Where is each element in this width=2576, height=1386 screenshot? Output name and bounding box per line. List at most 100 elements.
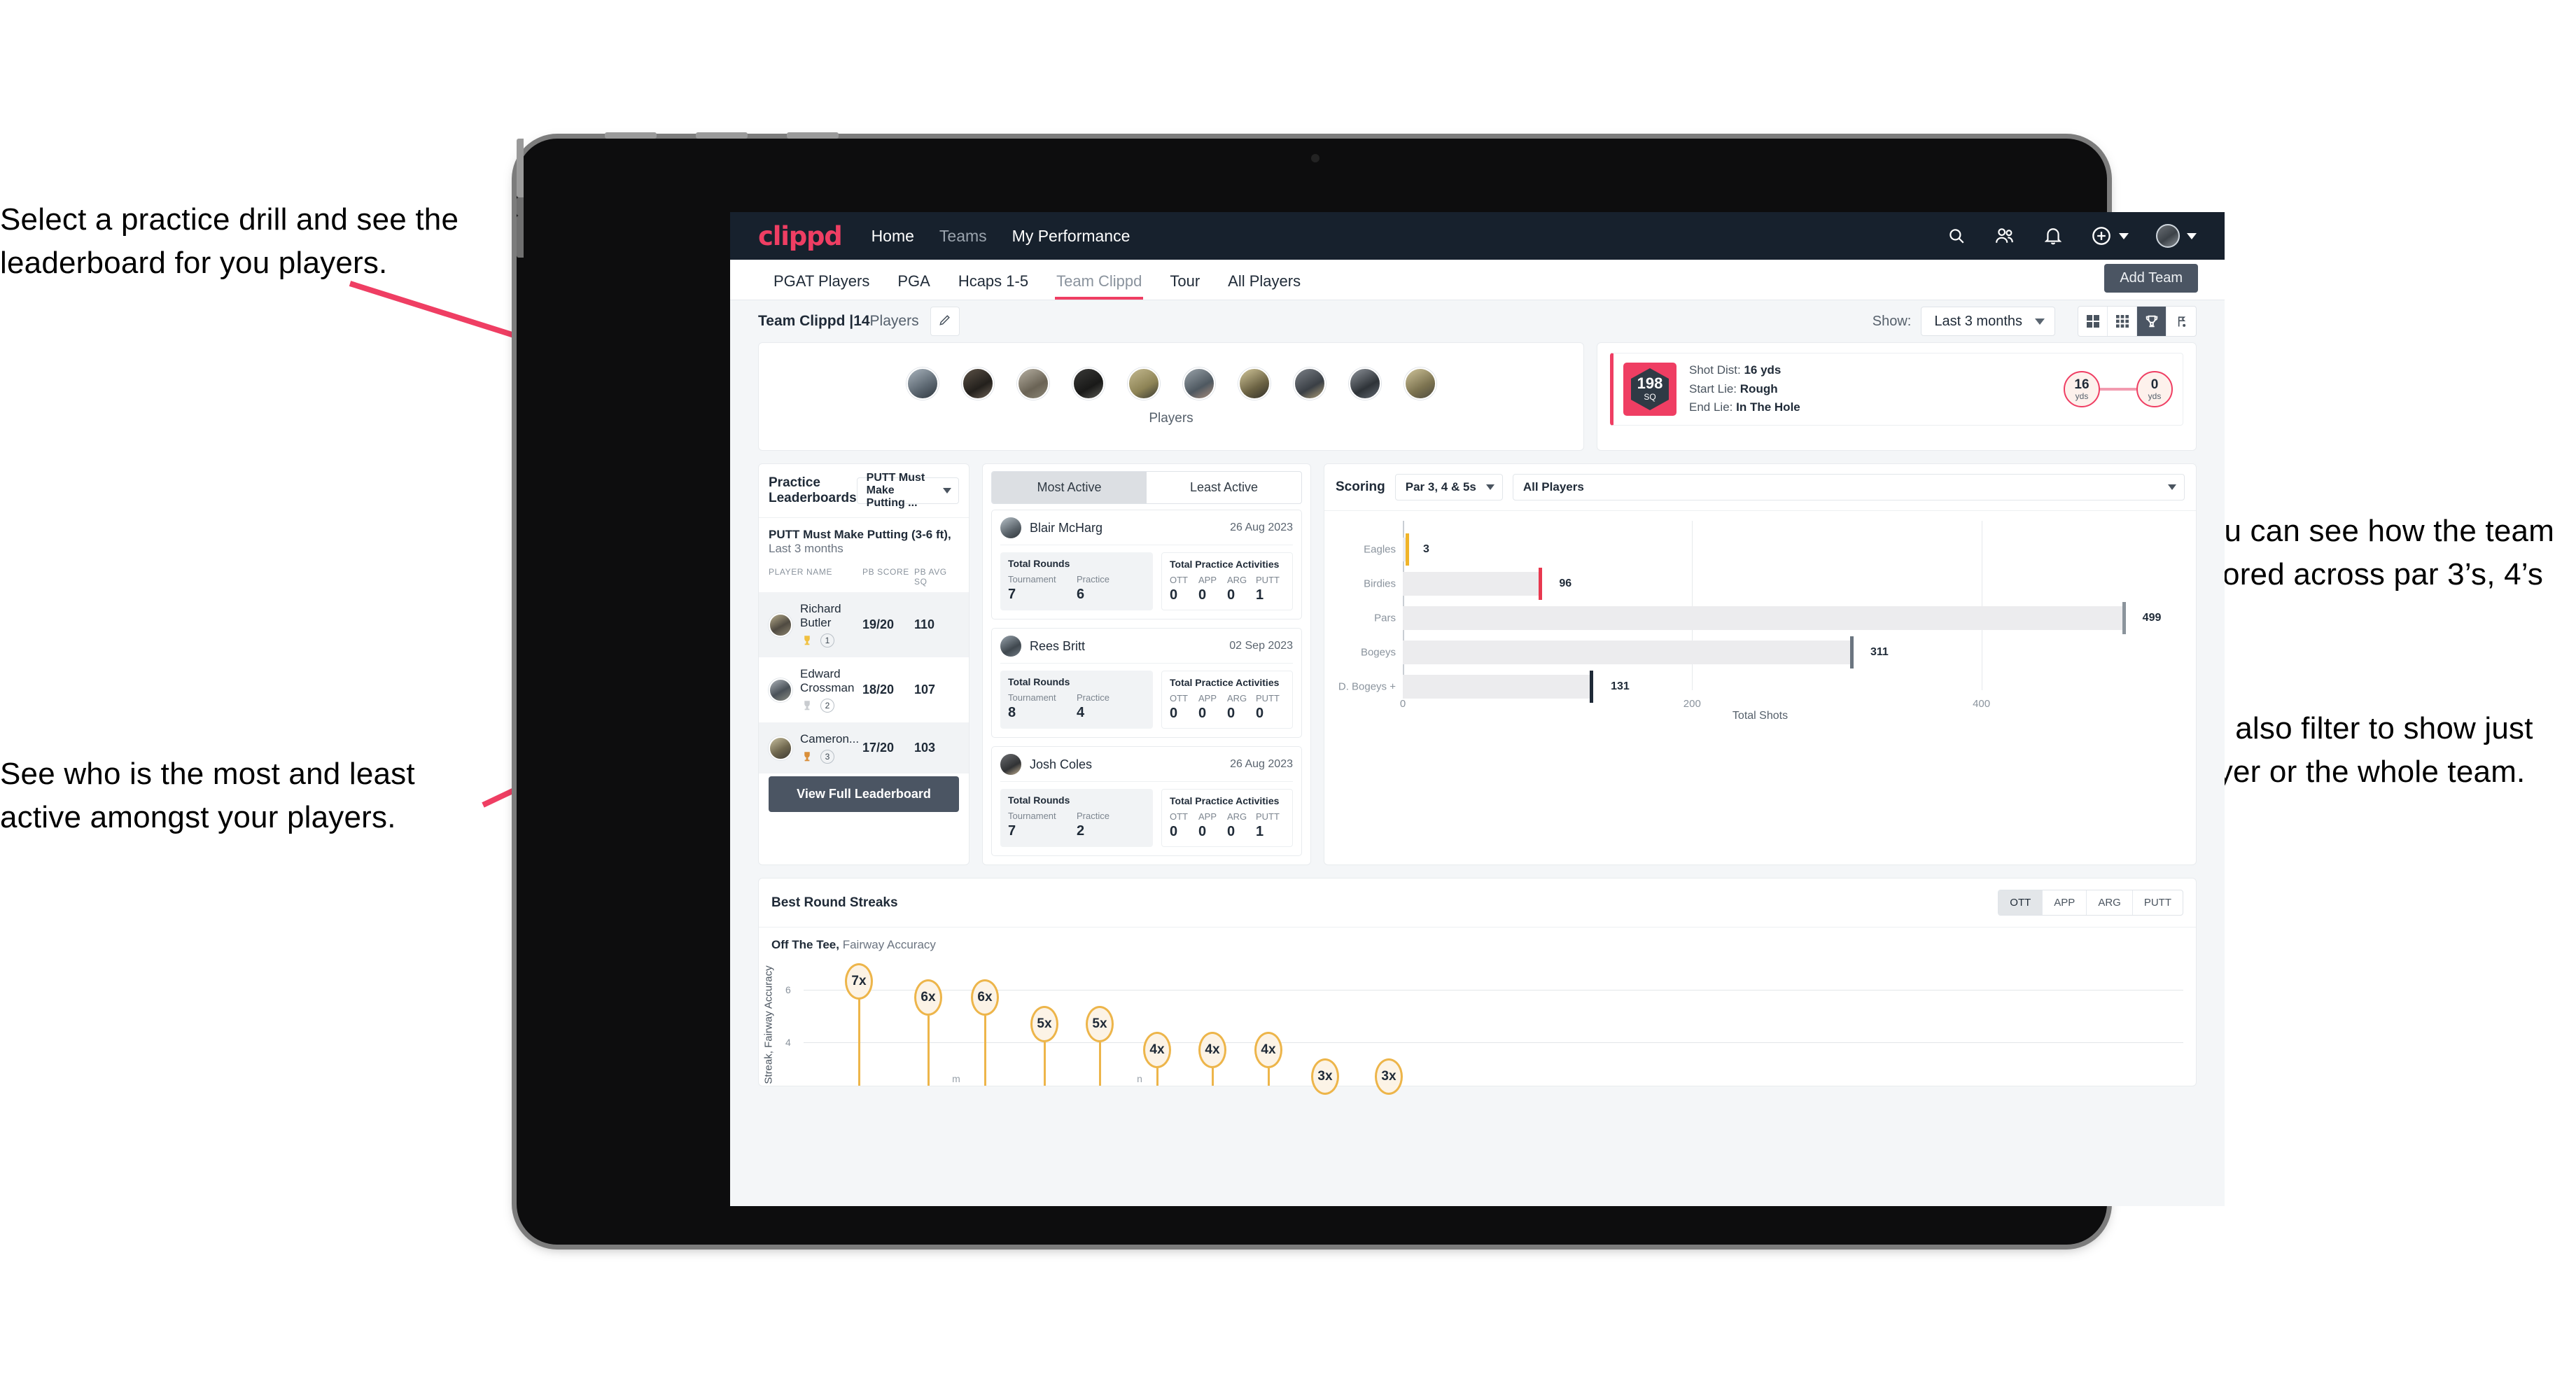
grid-small-icon-button[interactable] [2108,307,2137,336]
player-name: Cameron... [800,732,860,746]
total-rounds-values: Tournament 8 Practice 4 [1008,692,1145,721]
shot-end-dot: 0 yds [2136,371,2173,407]
search-icon[interactable] [1946,225,1967,246]
people-icon[interactable] [1994,225,2015,246]
tab-pga[interactable]: PGA [883,272,944,300]
tab-hcaps-1-5[interactable]: Hcaps 1-5 [944,272,1042,300]
table-row[interactable]: Richard Butler 1 19/20 110 [759,592,969,657]
rounds-practice-label: Practice [1077,811,1110,821]
player-filter-select[interactable]: All Players [1512,474,2185,500]
end-lie-value: In The Hole [1736,400,1800,414]
table-row[interactable]: Cameron... 3 17/20 103 [759,722,969,774]
segment-arg[interactable]: ARG [2087,890,2133,915]
grid-large-icon-button[interactable] [2078,307,2108,336]
player-avatar[interactable] [1016,367,1049,400]
segment-putt[interactable]: PUTT [2133,890,2183,915]
user-menu-button[interactable] [2156,224,2197,248]
list-item[interactable]: Blair McHarg 26 Aug 2023 Total Rounds To… [991,510,1302,620]
bar-birdies [1403,572,1542,596]
shot-quality-badge: 198 SQ [1623,363,1676,416]
total-rounds-values: Tournament 7 Practice 6 [1008,574,1145,603]
shot-detail-card: 198 SQ Shot Dist: 16 yds Start Lie: Roug… [1597,342,2197,451]
nav-link-teams[interactable]: Teams [939,227,987,246]
scoring-cat-birdies: Birdies [1364,578,1396,590]
segment-ott[interactable]: OTT [1998,890,2043,915]
list-item[interactable]: Rees Britt 02 Sep 2023 Total Rounds Tour… [991,628,1302,738]
segment-app[interactable]: APP [2043,890,2087,915]
team-players-word: Players [869,313,919,329]
practice-arg: ARG 0 [1227,693,1256,722]
practice-activities-title: Total Practice Activities [1170,559,1280,570]
nav-link-home[interactable]: Home [872,227,914,246]
player-avatar[interactable] [1404,367,1436,400]
shot-detail-inner: 198 SQ Shot Dist: 16 yds Start Lie: Roug… [1610,353,2183,426]
tab-least-active[interactable]: Least Active [1147,472,1301,503]
tab-pgat-players[interactable]: PGAT Players [760,272,883,300]
activity-player-body: Total Rounds Tournament 7 Practice 6 Tot… [1000,552,1293,610]
practice-putt: PUTT 0 [1256,693,1284,722]
bar-value-dbogeys: 131 [1611,680,1630,692]
tab-most-active[interactable]: Most Active [992,472,1147,503]
trophy-icon [804,636,810,645]
show-range-select[interactable]: Last 3 months [1921,307,2055,336]
practice-app-value: 0 [1198,706,1207,721]
add-menu-button[interactable] [2091,225,2129,246]
par-filter-select[interactable]: Par 3, 4 & 5s [1394,474,1503,500]
streak-stem [858,990,860,1086]
tab-tour[interactable]: Tour [1156,272,1214,300]
tablet-button-top-1 [605,132,657,139]
player-avatar[interactable] [1293,367,1326,400]
nav-link-my-performance[interactable]: My Performance [1012,227,1130,246]
streaks-chart: Streak, Fairway Accuracy 6 4 7x 6x 6x 5x… [763,963,2183,1095]
view-full-leaderboard-button[interactable]: View Full Leaderboard [769,776,959,812]
best-round-streaks-panel: Best Round Streaks OTT APP ARG PUTT Off … [758,878,2197,1095]
player-avatar[interactable] [1127,367,1160,400]
tab-all-players[interactable]: All Players [1214,272,1315,300]
table-row[interactable]: Edward Crossman 2 18/20 107 [759,657,969,722]
rounds-practice-value: 6 [1077,587,1085,602]
shot-dist-line: Shot Dist: 16 yds [1689,361,1800,379]
end-lie-label: End Lie: [1689,400,1733,414]
avatar [769,678,792,702]
streak-stem [927,1016,930,1086]
avatar [769,736,792,760]
bell-icon[interactable] [2043,225,2064,246]
tablet-camera [1311,154,1320,162]
edit-team-button[interactable] [930,307,960,336]
player-name: Josh Coles [1030,757,1093,771]
practice-arg: ARG 0 [1227,811,1256,840]
streak-pill: 7x [845,963,873,1000]
practice-ott: OTT 0 [1170,575,1198,603]
content-area: Team Clippd |14Players Show: Last 3 mont… [730,300,2225,1206]
shot-start-value: 16 [2074,377,2090,392]
shot-dist-value: 16 yds [1744,363,1782,377]
list-item[interactable]: Josh Coles 26 Aug 2023 Total Rounds Tour… [991,746,1302,856]
rounds-tournament: Tournament 8 [1008,692,1077,721]
practice-ott-label: OTT [1170,693,1188,704]
player-avatar[interactable] [1238,367,1270,400]
rounds-practice-value: 4 [1077,705,1085,720]
tab-team-clippd[interactable]: Team Clippd [1042,272,1156,300]
practice-ott-value: 0 [1170,587,1178,603]
shot-end-unit: yds [2148,391,2162,401]
practice-arg-label: ARG [1227,575,1247,585]
player-avatar[interactable] [906,367,939,400]
practice-activities-values: OTT 0 APP 0 ARG 0 [1170,693,1284,722]
avatar[interactable] [2156,224,2180,248]
practice-ott: OTT 0 [1170,693,1198,722]
bar-value-eagles: 3 [1423,543,1429,555]
start-lie-label: Start Lie: [1689,382,1737,396]
drill-select[interactable]: PUTT Must Make Putting ... [856,472,959,509]
flag-icon-button[interactable] [2166,307,2196,336]
player-avatar[interactable] [1182,367,1215,400]
player-avatar[interactable] [1072,367,1105,400]
trophy-icon-button[interactable] [2137,307,2166,336]
player-avatar[interactable] [961,367,994,400]
bar-cap-eagles [1406,533,1410,566]
player-avatar[interactable] [1348,367,1381,400]
clippd-logo[interactable]: clippd [758,221,843,251]
streaks-xtick: n [1137,1073,1142,1084]
plus-circle-icon[interactable] [2091,225,2112,246]
add-team-button[interactable]: Add Team [2104,264,2198,293]
activity-date: 26 Aug 2023 [1230,522,1293,533]
